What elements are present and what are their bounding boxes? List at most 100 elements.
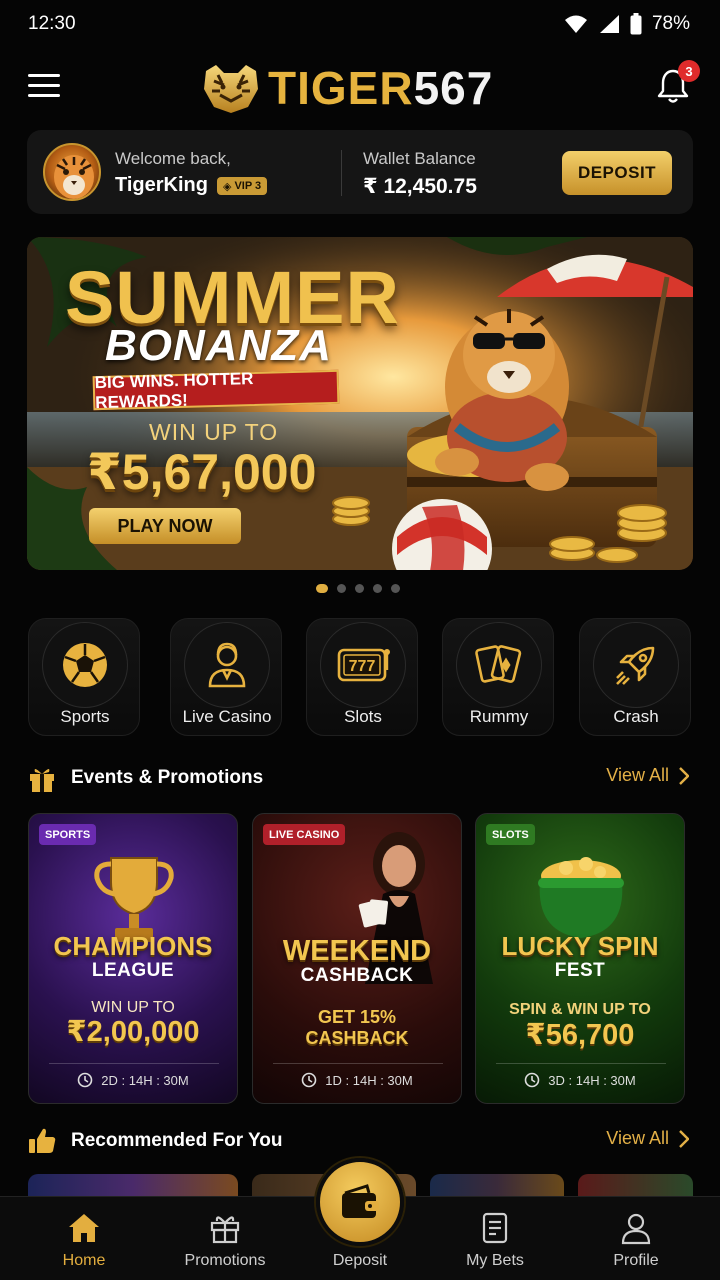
- category-crash[interactable]: Crash: [579, 618, 691, 736]
- divider: [49, 1063, 219, 1064]
- vip-badge: ◈ VIP 3: [217, 177, 268, 195]
- cards-icon: [456, 622, 542, 708]
- wallet-balance: ₹ 12,450.75: [363, 175, 477, 198]
- deposit-button[interactable]: DEPOSIT: [562, 151, 672, 195]
- wifi-icon: [564, 15, 587, 33]
- app-logo: TIGER567: [200, 58, 493, 118]
- home-icon: [69, 1214, 99, 1242]
- wallet-icon: [342, 1184, 379, 1218]
- gift-icon: [30, 768, 54, 792]
- nav-label: Deposit: [332, 1252, 388, 1269]
- chevron-right-icon: [679, 1129, 689, 1148]
- category-label: Rummy: [469, 707, 529, 726]
- nav-home[interactable]: Home: [19, 1197, 149, 1280]
- promo-amount: ₹2,00,000: [66, 1016, 200, 1048]
- clock-icon: [524, 1072, 540, 1088]
- tiger-logo-icon: [204, 65, 258, 113]
- nav-label: Promotions: [184, 1252, 266, 1269]
- logo-text: TIGER567: [268, 62, 494, 114]
- play-now-button[interactable]: PLAY NOW: [89, 508, 241, 544]
- category-slots[interactable]: 777 Slots: [306, 618, 418, 736]
- carousel-dot[interactable]: [373, 584, 382, 593]
- recommended-view-all-link[interactable]: View All: [606, 1128, 689, 1149]
- signal-icon: [599, 15, 619, 33]
- carousel-indicators: [316, 584, 400, 593]
- divider: [341, 150, 342, 196]
- deposit-fab-button[interactable]: [316, 1158, 404, 1246]
- promo-tag: SLOTS: [486, 824, 535, 845]
- menu-icon[interactable]: [28, 74, 60, 98]
- promo-amount: CASHBACK: [305, 1028, 409, 1048]
- slot-machine-icon: 777: [320, 622, 406, 708]
- nav-promotions[interactable]: Promotions: [160, 1197, 290, 1280]
- promo-banner[interactable]: SUMMER BONANZA BIG WINS. HOTTER REWARDS!…: [27, 237, 693, 570]
- notification-badge: 3: [678, 60, 700, 82]
- events-view-all-link[interactable]: View All: [606, 765, 689, 786]
- chevron-right-icon: [679, 766, 689, 785]
- banner-win-label: WIN UP TO: [149, 419, 279, 445]
- profile-icon: [621, 1213, 651, 1245]
- category-label: Live Casino: [182, 707, 272, 726]
- category-label: Slots: [344, 707, 382, 726]
- carousel-dot[interactable]: [337, 584, 346, 593]
- welcome-label: Welcome back,: [115, 149, 231, 168]
- banner-amount: ₹5,67,000: [87, 444, 317, 500]
- promo-subtitle: CASHBACK: [300, 965, 414, 986]
- nav-my-bets[interactable]: My Bets: [430, 1197, 560, 1280]
- promo-timer: 2D : 14H : 30M: [29, 1072, 237, 1088]
- nav-label: Profile: [613, 1252, 659, 1269]
- section-title: Recommended For You: [71, 1130, 283, 1151]
- promo-timer: 1D : 14H : 30M: [253, 1072, 461, 1088]
- clock-icon: [77, 1072, 93, 1088]
- promo-line: GET 15%: [317, 1007, 397, 1027]
- divider: [273, 1063, 443, 1064]
- promo-timer: 3D : 14H : 30M: [476, 1072, 684, 1088]
- promo-subtitle: LEAGUE: [91, 960, 175, 981]
- welcome-card: Welcome back, TigerKing ◈ VIP 3 Wallet Ba…: [27, 130, 693, 214]
- promo-title: LUCKY SPIN: [501, 931, 659, 961]
- nav-label: My Bets: [466, 1252, 524, 1269]
- app-header: TIGER567 3: [0, 56, 720, 120]
- promo-card-lucky-spin-fest[interactable]: SLOTS LUCKY SPIN FEST SPIN & WIN UP TO ₹…: [475, 813, 685, 1104]
- status-bar: 12:30 78%: [0, 0, 720, 48]
- battery-icon: [630, 13, 642, 35]
- soccer-ball-icon: [42, 622, 128, 708]
- category-label: Crash: [613, 707, 659, 726]
- gift-icon: [210, 1216, 240, 1244]
- nav-profile[interactable]: Profile: [571, 1197, 701, 1280]
- promo-subtitle: FEST: [554, 960, 606, 981]
- banner-ribbon: BIG WINS. HOTTER REWARDS!: [92, 369, 340, 412]
- recommended-section-header: Recommended For You View All: [27, 1124, 693, 1158]
- promo-card-champions-league[interactable]: SPORTS CHAMPIONS LEAGUE WIN UP TO ₹2,00,…: [28, 813, 238, 1104]
- svg-text:777: 777: [349, 658, 376, 675]
- username: TigerKing: [115, 174, 208, 196]
- nav-label: Home: [62, 1252, 106, 1269]
- category-label: Sports: [60, 707, 110, 726]
- promo-tag: LIVE CASINO: [263, 824, 346, 845]
- section-title: Events & Promotions: [71, 767, 264, 788]
- banner-subtitle: BONANZA: [105, 321, 332, 370]
- category-rummy[interactable]: Rummy: [442, 618, 554, 736]
- events-section-header: Events & Promotions View All: [27, 761, 693, 795]
- status-time: 12:30: [28, 13, 76, 34]
- category-sports[interactable]: Sports: [28, 618, 140, 736]
- carousel-dot[interactable]: [355, 584, 364, 593]
- vip-icon: ◈: [223, 180, 232, 193]
- rocket-icon: [593, 622, 679, 708]
- promo-card-weekend-cashback[interactable]: LIVE CASINO WEEKEND CASHBACK GET 15% CAS…: [252, 813, 462, 1104]
- promo-title: WEEKEND: [282, 935, 432, 967]
- wallet-label: Wallet Balance: [363, 149, 476, 168]
- notification-bell-icon[interactable]: 3: [656, 60, 700, 104]
- promo-tag: SPORTS: [39, 824, 97, 845]
- divider: [496, 1063, 666, 1064]
- bets-icon: [482, 1212, 508, 1244]
- thumbs-up-icon: [29, 1128, 56, 1153]
- carousel-dot[interactable]: [316, 584, 328, 593]
- carousel-dot[interactable]: [391, 584, 400, 593]
- battery-percent: 78%: [651, 13, 690, 34]
- clock-icon: [301, 1072, 317, 1088]
- category-live-casino[interactable]: Live Casino: [170, 618, 282, 736]
- avatar[interactable]: [43, 143, 101, 201]
- status-icons: 78%: [564, 13, 690, 35]
- dealer-icon: [184, 622, 270, 708]
